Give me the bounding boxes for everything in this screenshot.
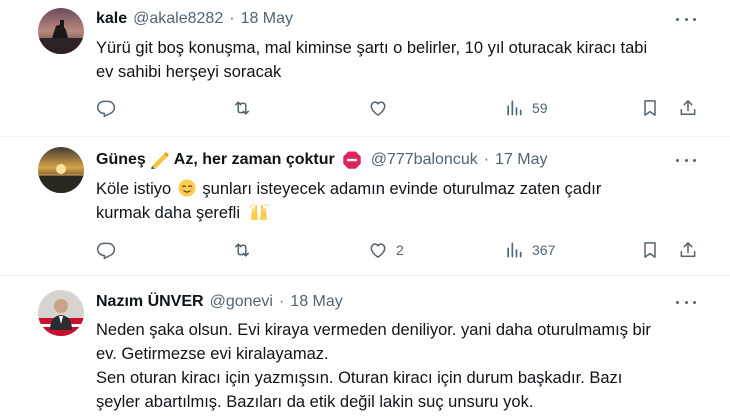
relieved-face-emoji-icon (178, 179, 196, 197)
share-icon (680, 242, 696, 257)
heart-icon (370, 243, 386, 258)
share-button[interactable] (678, 239, 698, 261)
stop-sign-icon (343, 151, 361, 169)
retweet-button[interactable] (232, 97, 260, 119)
avatar-kale[interactable] (38, 8, 84, 54)
reply-icon (96, 242, 116, 260)
display-name[interactable]: Nazım ÜNVER (96, 293, 204, 311)
tweet-header: Güneş Az, her zaman çoktur @777baloncuk … (96, 149, 548, 171)
reply-button[interactable] (96, 97, 124, 119)
avatar-nazim[interactable] (38, 290, 84, 336)
display-name[interactable]: Güneş (96, 151, 146, 169)
separator: · (483, 151, 490, 168)
tweet-actions: 2 367 (96, 239, 702, 261)
separator: · (278, 293, 285, 310)
bookmark-button[interactable] (640, 239, 660, 261)
views-count: 367 (532, 242, 556, 258)
bookmark-button[interactable] (640, 97, 660, 119)
user-handle[interactable]: @gonevi (210, 293, 273, 311)
tweet-date[interactable]: 17 May (495, 151, 547, 169)
reply-icon (96, 100, 116, 118)
user-handle[interactable]: @akale8282 (133, 10, 223, 28)
tweet-text-line: ev sahibi herşeyi soracak (96, 63, 282, 81)
more-icon[interactable] (676, 12, 696, 26)
reply-button[interactable] (96, 239, 124, 261)
tweet-text-segment: şunları isteyecek adamın evinde oturulma… (202, 180, 602, 198)
bookmark-icon (644, 242, 656, 258)
tweet-actions: 59 (96, 97, 702, 119)
tweet-text-line: Yürü git boş konuşma, mal kiminse şartı … (96, 39, 648, 57)
like-button[interactable] (368, 97, 396, 119)
more-icon[interactable] (676, 295, 696, 309)
tweet-text: Yürü git boş konuşma, mal kiminse şartı … (96, 36, 706, 84)
retweet-button[interactable] (232, 239, 260, 261)
tweet-text: Neden şaka olsun. Evi kiraya vermeden de… (96, 318, 706, 414)
like-button[interactable]: 2 (368, 239, 404, 261)
views-icon (507, 100, 522, 116)
user-handle[interactable]: @777baloncuk (371, 151, 478, 169)
views-button[interactable]: 59 (504, 97, 548, 119)
tweet-text-line: ev. Getirmezse evi kiralayamaz. (96, 345, 329, 363)
tweet-kale[interactable]: kale @akale8282 · 18 May Yürü git boş ko… (0, 0, 730, 135)
tweet-date[interactable]: 18 May (290, 293, 342, 311)
display-name[interactable]: kale (96, 10, 127, 28)
tweet-header: Nazım ÜNVER @gonevi · 18 May (96, 291, 343, 313)
tweet-text-segment: Köle istiyo (96, 180, 172, 198)
tweet-header: kale @akale8282 · 18 May (96, 8, 293, 30)
retweet-icon (235, 243, 249, 257)
bookmark-icon (644, 100, 656, 116)
views-button[interactable]: 367 (504, 239, 555, 261)
views-count: 59 (532, 100, 548, 116)
heart-icon (370, 101, 386, 116)
share-icon (680, 100, 696, 115)
separator: · (229, 10, 235, 27)
tweet-gunes[interactable]: Güneş Az, her zaman çoktur @777baloncuk … (0, 137, 730, 271)
tweet-text: Köle istiyo şunları isteyecek adamın evi… (96, 177, 706, 225)
display-name-suffix[interactable]: Az, her zaman çoktur (174, 151, 335, 169)
tweet-text-line: Neden şaka olsun. Evi kiraya vermeden de… (96, 321, 651, 339)
like-count: 2 (396, 242, 404, 258)
views-icon (507, 242, 522, 258)
retweet-icon (235, 101, 249, 115)
share-button[interactable] (678, 97, 698, 119)
avatar-gunes[interactable] (38, 147, 84, 193)
tweet-text-segment: kurmak daha şerefli (96, 204, 240, 222)
more-icon[interactable] (676, 153, 696, 167)
tweet-nazim[interactable]: Nazım ÜNVER @gonevi · 18 May Neden şaka … (0, 276, 730, 420)
writing-hand-emoji-icon (150, 151, 170, 169)
tweet-text-line: Sen oturan kiracı için yazmışsın. Oturan… (96, 369, 623, 387)
tweet-date[interactable]: 18 May (241, 10, 293, 28)
tweet-text-line: şeyler abartılmış. Bazıları da etik deği… (96, 393, 534, 411)
raising-hands-emoji-icon (249, 203, 269, 221)
